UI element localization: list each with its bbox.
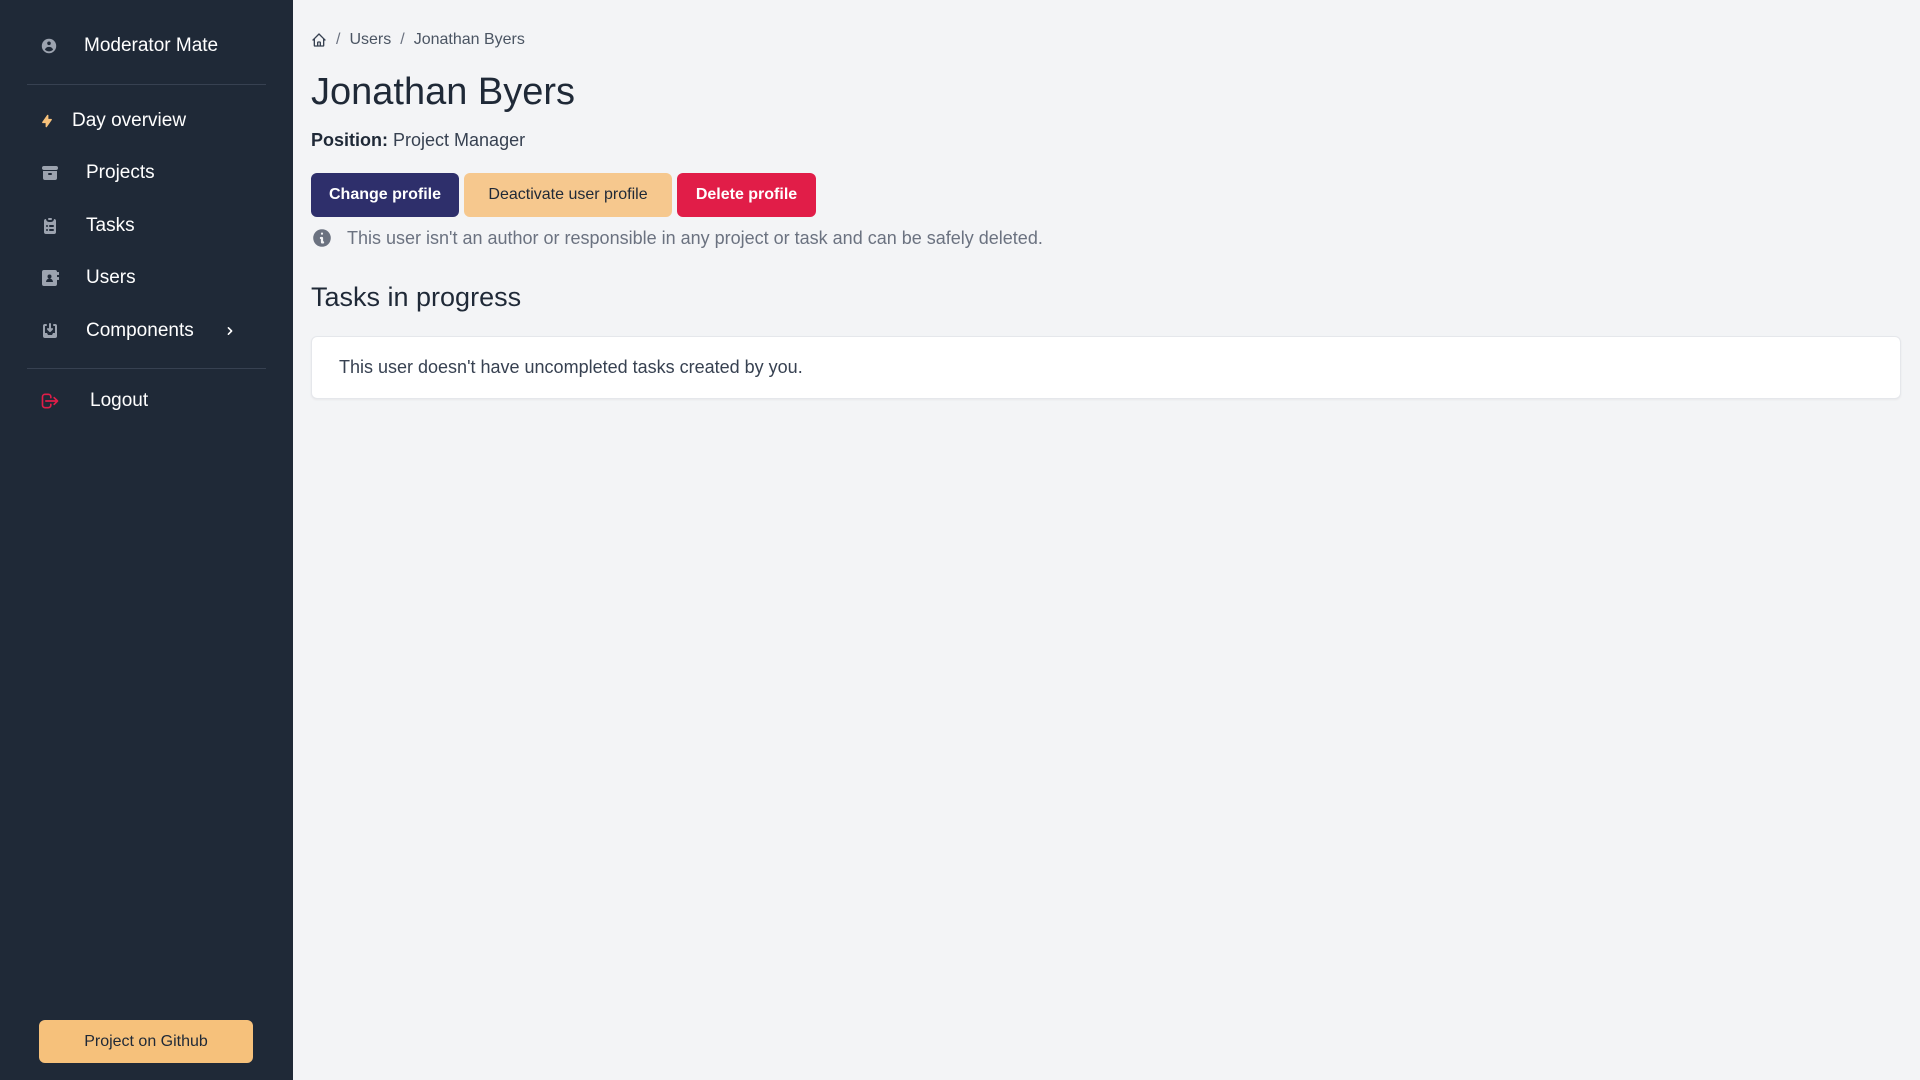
sidebar: Moderator Mate Day overview Projects Tas… [0,0,293,1080]
position-value: Project Manager [393,130,526,150]
sidebar-divider [27,368,266,369]
contact-book-icon [40,268,60,288]
position-label: Position: [311,130,388,150]
chevron-right-icon[interactable] [222,323,238,339]
sidebar-item-projects[interactable]: Projects [40,156,254,190]
breadcrumb-separator: / [336,31,341,48]
position-line: Position: Project Manager [311,130,525,151]
tasks-empty-card: This user doesn't have uncompleted tasks… [311,336,1901,399]
sidebar-item-label: Components [86,320,194,341]
breadcrumb-link-users[interactable]: Users [349,31,391,49]
page-title: Jonathan Byers [311,71,576,113]
breadcrumb: / Users / Jonathan Byers [311,31,525,49]
sidebar-item-label: Projects [86,162,155,183]
sidebar-item-logout[interactable]: Logout [40,384,254,418]
sidebar-item-label: Tasks [86,215,135,236]
brand[interactable]: Moderator Mate [40,30,218,62]
logout-icon [40,391,60,411]
home-icon[interactable] [311,32,327,48]
logout-label: Logout [90,390,149,411]
breadcrumb-separator: / [400,31,405,48]
deletion-info: This user isn't an author or responsible… [311,227,1043,249]
sidebar-item-label: Day overview [72,110,187,131]
inbox-icon [40,321,60,341]
lightning-icon [40,111,54,131]
sidebar-divider [27,84,266,85]
archive-icon [40,163,60,183]
change-profile-button[interactable]: Change profile [311,173,459,217]
brand-name: Moderator Mate [84,35,219,56]
sidebar-item-users[interactable]: Users [40,261,254,295]
tasks-section-title: Tasks in progress [311,282,522,312]
info-text: This user isn't an author or responsible… [347,227,1043,248]
github-project-button[interactable]: Project on Github [39,1020,253,1063]
main-content: / Users / Jonathan Byers Jonathan Byers … [293,0,1920,1080]
clipboard-list-icon [40,216,60,236]
action-buttons: Change profile Deactivate user profile D… [311,173,821,217]
info-icon [313,229,331,247]
sidebar-item-label: Users [86,267,136,288]
delete-profile-button[interactable]: Delete profile [677,173,816,217]
sidebar-item-components[interactable]: Components [40,314,254,348]
sidebar-item-tasks[interactable]: Tasks [40,209,254,243]
user-circle-icon [41,38,57,54]
tasks-empty-text: This user doesn't have uncompleted tasks… [339,357,803,377]
breadcrumb-current: Jonathan Byers [413,31,525,48]
deactivate-profile-button[interactable]: Deactivate user profile [464,173,672,217]
sidebar-item-day-overview[interactable]: Day overview [40,104,254,138]
